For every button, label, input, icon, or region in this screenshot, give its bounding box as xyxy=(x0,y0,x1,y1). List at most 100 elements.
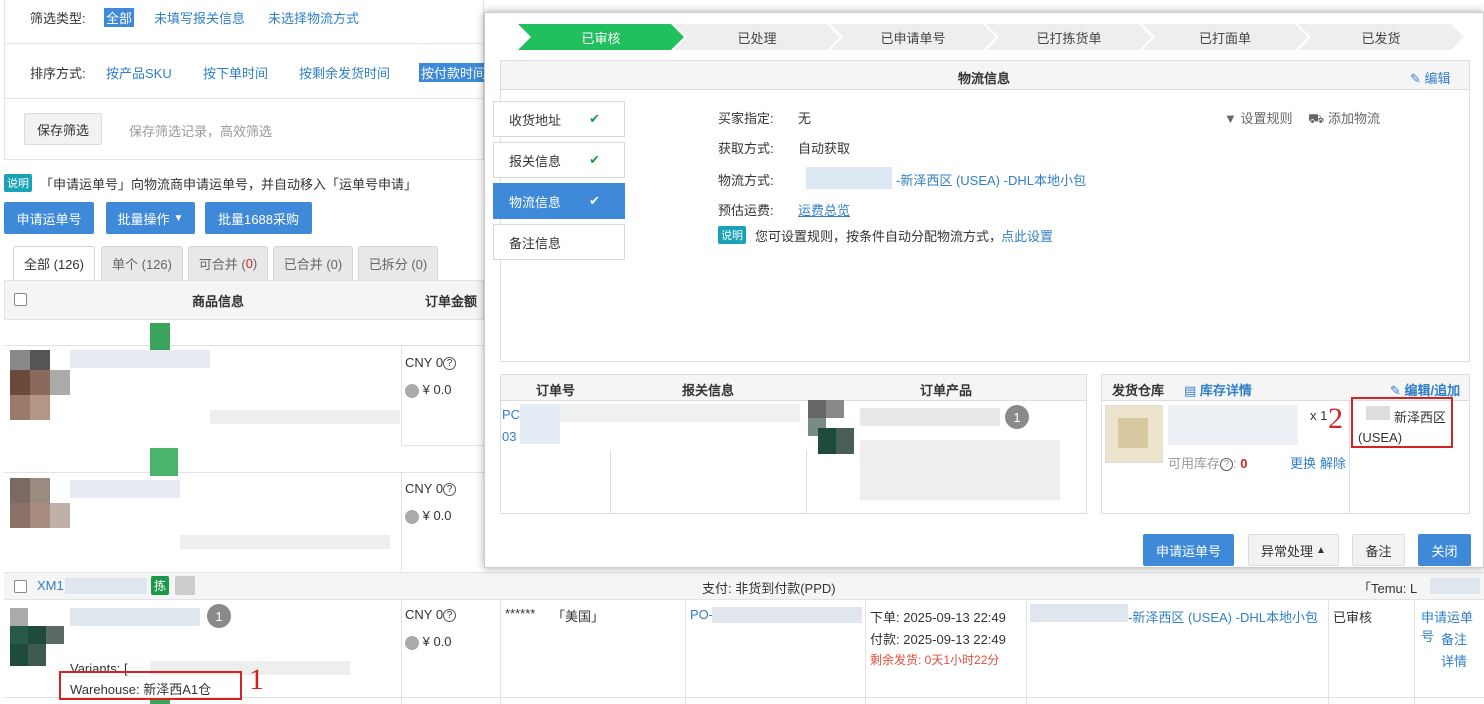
close-button[interactable]: 关闭 xyxy=(1418,534,1471,566)
tag-placeholder xyxy=(175,576,195,595)
pick-tag: 拣 xyxy=(151,576,170,595)
side-item-address[interactable]: 收货地址 ✔ xyxy=(493,101,625,137)
step-label-printed: 已打面单 xyxy=(1142,24,1308,50)
step-shipped: 已发货 xyxy=(1298,24,1464,50)
logistics-section xyxy=(500,60,1470,362)
edit-icon: ✎ xyxy=(1390,383,1401,398)
section-title: 物流信息 xyxy=(958,71,1011,86)
exception-button[interactable]: 异常处理 ▲ xyxy=(1248,534,1339,566)
filter-type-no-customs[interactable]: 未填写报关信息 xyxy=(154,8,245,27)
add-logistics-button[interactable]: ⛟ 添加物流 xyxy=(1308,108,1380,129)
remaining-time: 剩余发货: 0天1小时22分 xyxy=(870,653,1000,667)
batch-ops-button[interactable]: 批量操作 ▼ xyxy=(106,202,195,234)
buyer-name: ****** xyxy=(505,606,536,621)
replace-link[interactable]: 更换 xyxy=(1290,453,1316,472)
filter-type-all[interactable]: 全部 xyxy=(104,8,135,27)
fee-overview-link[interactable]: 运费总览 xyxy=(798,200,850,219)
order-time: 下单: 2025-09-13 22:49 xyxy=(870,610,1006,625)
tab-split[interactable]: 已拆分 (0) xyxy=(358,246,438,280)
notice-badge: 说明 xyxy=(4,174,32,192)
save-filter-button[interactable]: 保存筛选 xyxy=(24,113,102,145)
payment-info: 支付: 非货到付款(PPD) xyxy=(702,581,836,596)
unbind-link[interactable]: 解除 xyxy=(1320,453,1346,472)
help-icon: ? xyxy=(443,483,457,497)
po-link[interactable]: PO- xyxy=(690,607,713,622)
tab-mergeable-label: 可合并 ( xyxy=(198,257,246,272)
sort-label: 排序方式: xyxy=(30,66,86,81)
filter-type-no-logistics[interactable]: 未选择物流方式 xyxy=(268,8,359,27)
modal-apply-waybill-button[interactable]: 申请运单号 xyxy=(1143,534,1234,566)
exception-label: 异常处理 xyxy=(1261,543,1314,559)
stock-detail-link[interactable]: ▤ 库存详情 xyxy=(1184,380,1252,399)
row-amount: ¥ 0.0 xyxy=(405,508,452,524)
sort-by-order-time[interactable]: 按下单时间 xyxy=(203,63,268,82)
sort-by-sku[interactable]: 按产品SKU xyxy=(106,63,172,82)
modal-po-suffix[interactable]: 03 xyxy=(502,429,516,444)
help-icon: ? xyxy=(443,609,457,623)
order-status: 已审核 xyxy=(1333,610,1373,625)
step-reviewed: 已审核 xyxy=(518,24,684,50)
logistics-method-label: 物流方式: xyxy=(718,173,774,188)
set-rule-button[interactable]: ▼ 设置规则 xyxy=(1224,108,1293,127)
logistics-method-value[interactable]: -新泽西区 (USEA) -DHL本地小包 xyxy=(896,170,1086,189)
quantity-badge: 1 xyxy=(207,604,231,628)
row-amount: ¥ 0.0 xyxy=(405,382,452,398)
tab-merged[interactable]: 已合并 (0) xyxy=(273,246,353,280)
notice-text: 「申请运单号」向物流商申请运单号，并自动移入「运单号申请」 xyxy=(40,177,418,192)
tip-link[interactable]: 点此设置 xyxy=(1001,226,1053,245)
side-item-customs[interactable]: 报关信息 ✔ xyxy=(493,142,625,178)
row-currency: CNY 0? xyxy=(405,355,457,371)
edit-icon: ✎ xyxy=(1410,71,1421,86)
side-item-logistics[interactable]: 物流信息 ✔ xyxy=(493,183,625,219)
check-icon: ✔ xyxy=(589,193,600,208)
tip-text: 您可设置规则，按条件自动分配物流方式， xyxy=(755,229,1003,244)
edit-link[interactable]: ✎ 编辑 xyxy=(1410,68,1451,87)
op-detail[interactable]: 详情 xyxy=(1441,651,1467,670)
coin-icon xyxy=(405,383,419,398)
select-all-checkbox[interactable] xyxy=(14,293,27,306)
col-amount: 订单金额 xyxy=(425,294,478,309)
sort-by-remaining[interactable]: 按剩余发货时间 xyxy=(299,63,390,82)
product-qty-badge: 1 xyxy=(1005,405,1029,429)
pay-time: 付款: 2025-09-13 22:49 xyxy=(870,632,1006,647)
check-icon: ✔ xyxy=(589,111,600,126)
tab-mergeable-suffix: ) xyxy=(252,256,258,271)
save-filter-hint: 保存筛选记录，高效筛选 xyxy=(129,124,273,139)
annotation-box-warehouse xyxy=(59,671,242,700)
side-item-notes[interactable]: 备注信息 xyxy=(493,224,625,260)
order-currency: CNY 0? xyxy=(405,607,457,623)
step-processed: 已处理 xyxy=(674,24,840,50)
order-number[interactable]: XM1 xyxy=(37,578,64,593)
order-checkbox[interactable] xyxy=(14,580,27,593)
tip-badge: 说明 xyxy=(718,226,746,244)
apply-waybill-button[interactable]: 申请运单号 xyxy=(4,202,94,234)
coin-icon xyxy=(405,635,419,650)
coin-icon xyxy=(405,509,419,524)
filter-icon: ▼ xyxy=(1224,111,1237,126)
buyer-specified-label: 买家指定: xyxy=(718,111,774,126)
fetch-method-label: 获取方式: xyxy=(718,141,774,156)
sort-by-pay-time[interactable]: 按付款时间 xyxy=(419,63,485,82)
chevron-up-icon: ▲ xyxy=(1316,544,1326,556)
fee-label: 预估运费: xyxy=(718,203,774,218)
col-order-no: 订单号 xyxy=(536,383,576,398)
col-customs: 报关信息 xyxy=(682,383,735,398)
step-pick-printed: 已打拣货单 xyxy=(986,24,1152,50)
annotation-box-warehouse-region xyxy=(1351,397,1453,448)
note-button[interactable]: 备注 xyxy=(1352,534,1405,566)
op-note[interactable]: 备注 xyxy=(1441,629,1467,648)
order-amount: ¥ 0.0 xyxy=(405,634,452,650)
truck-icon: ⛟ xyxy=(1308,111,1325,126)
available-stock: 可用库存?: 0 xyxy=(1168,456,1248,472)
fetch-method-value: 自动获取 xyxy=(798,141,851,156)
tab-all[interactable]: 全部 (126) xyxy=(13,246,95,280)
tab-mergeable[interactable]: 可合并 (0) xyxy=(188,246,268,280)
help-icon: ? xyxy=(1220,458,1234,472)
batch-1688-button[interactable]: 批量1688采购 xyxy=(205,202,312,234)
tab-single[interactable]: 单个 (126) xyxy=(101,246,183,280)
modal-po-link[interactable]: PC xyxy=(502,407,520,422)
step-number-applied: 已申请单号 xyxy=(830,24,996,50)
logistics-link[interactable]: -新泽西区 (USEA) -DHL本地小包 xyxy=(1030,607,1320,629)
col-order-product: 订单产品 xyxy=(920,383,973,398)
filter-type-label: 筛选类型: xyxy=(30,11,86,26)
